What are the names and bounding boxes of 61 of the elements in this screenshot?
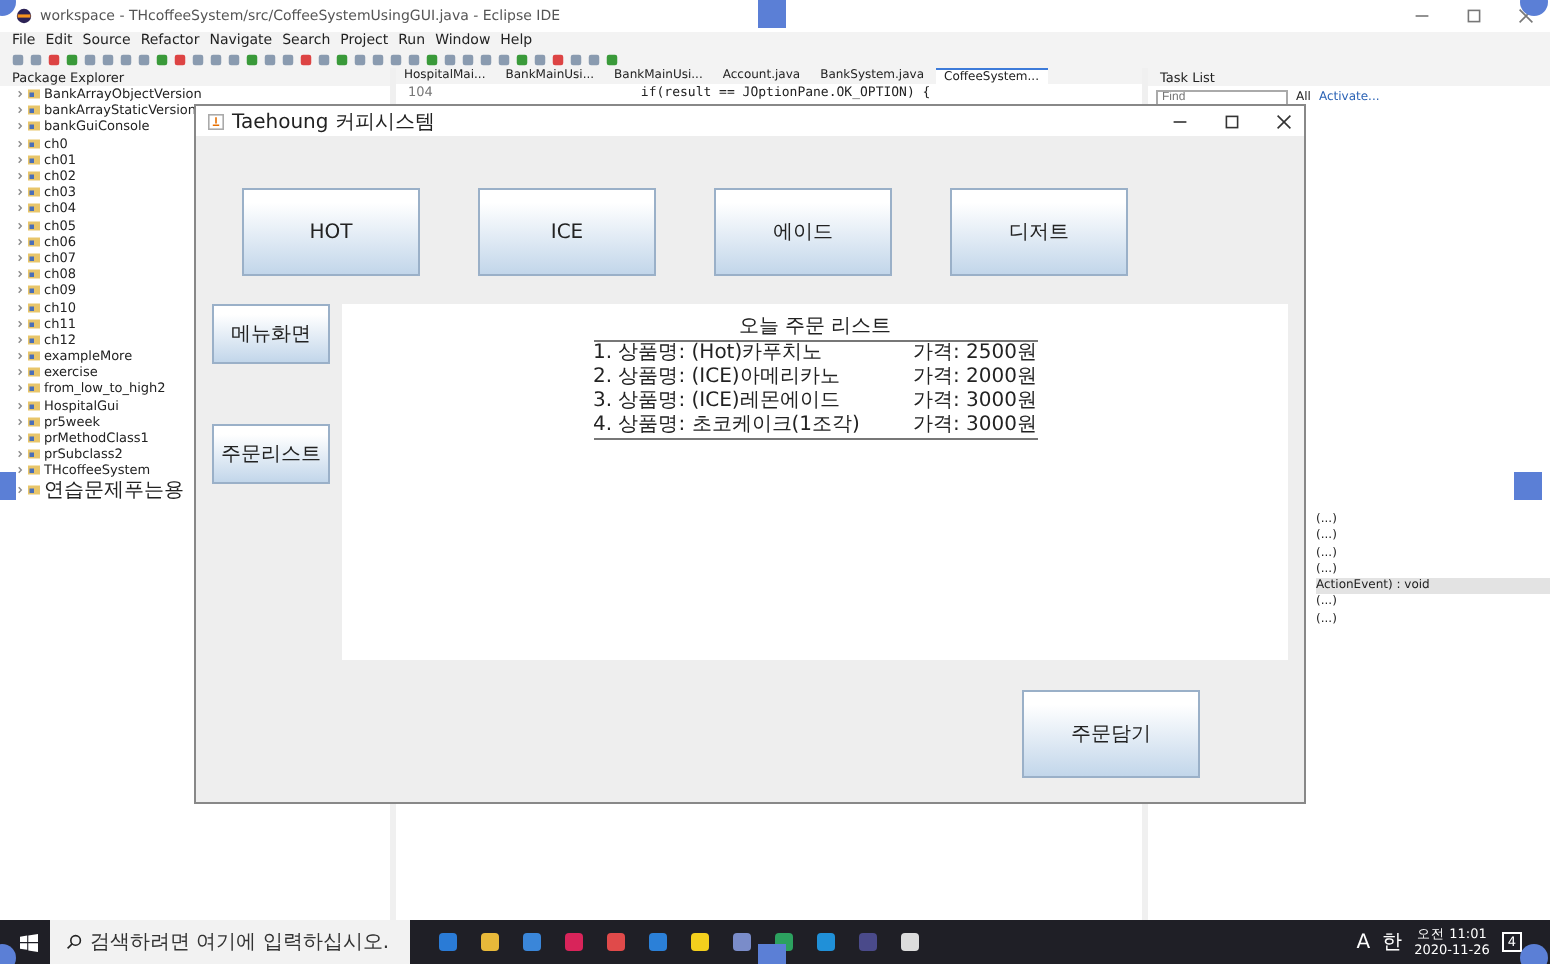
project-icon <box>28 382 40 395</box>
tree-item[interactable]: 연습문제푸는용 <box>44 479 184 501</box>
search-field[interactable]: 검색하려면 여기에 입력하십시오. <box>50 920 410 964</box>
list-title: 오늘 주문 리스트 <box>593 312 1037 342</box>
item-name: 1. 상품명: (Hot)카푸치노 <box>593 342 825 366</box>
selection-handle[interactable] <box>758 0 786 28</box>
project-icon <box>28 153 40 166</box>
project-icon <box>28 235 40 248</box>
menu-button[interactable]: 주문리스트 <box>212 424 330 484</box>
search-icon <box>66 934 82 950</box>
app-icon[interactable] <box>690 932 710 952</box>
item-price: 가격: 3000원 <box>913 414 1037 438</box>
category-button[interactable]: 에이드 <box>714 188 892 276</box>
project-icon <box>28 448 40 461</box>
project-icon <box>28 88 40 101</box>
java-icon <box>208 113 224 129</box>
category-button[interactable]: ICE <box>478 188 656 276</box>
menu-button[interactable]: 메뉴화면 <box>212 304 330 364</box>
project-icon <box>28 268 40 281</box>
project-icon <box>28 137 40 150</box>
item-name: 2. 상품명: (ICE)아메리카노 <box>593 366 842 390</box>
project-icon <box>28 317 40 330</box>
app-icon[interactable] <box>732 932 752 952</box>
item-price: 가격: 2000원 <box>913 366 1037 390</box>
project-icon <box>28 464 40 477</box>
item-name: 4. 상품명: 초코케이크(1조각) <box>593 414 862 438</box>
project-icon <box>28 366 40 379</box>
project-icon <box>28 186 40 199</box>
project-icon <box>28 484 40 496</box>
selection-handle[interactable] <box>1520 944 1548 964</box>
project-icon <box>28 284 40 297</box>
eclipse-icon <box>16 8 32 24</box>
maximize-icon[interactable] <box>1224 113 1240 129</box>
category-button[interactable]: 디저트 <box>950 188 1128 276</box>
project-icon <box>28 219 40 232</box>
selection-handle[interactable] <box>758 944 786 964</box>
project-icon <box>28 415 40 428</box>
expand-icon[interactable] <box>16 486 24 494</box>
category-button[interactable]: HOT <box>242 188 420 276</box>
app-icon[interactable] <box>480 932 500 952</box>
project-icon <box>28 301 40 314</box>
dialog-title: Taehoung 커피시스템 <box>232 109 435 135</box>
add-order-button[interactable]: 주문담기 <box>1022 690 1200 778</box>
project-icon <box>28 333 40 346</box>
project-icon <box>28 202 40 215</box>
app-icon[interactable] <box>900 932 920 952</box>
start-icon[interactable] <box>20 933 38 951</box>
project-icon <box>28 104 40 117</box>
item-price: 가격: 3000원 <box>913 390 1037 414</box>
project-icon <box>28 432 40 445</box>
project-icon <box>28 399 40 412</box>
item-price: 가격: 2500원 <box>913 342 1037 366</box>
project-icon <box>28 251 40 264</box>
item-name: 3. 상품명: (ICE)레몬에이드 <box>593 390 842 414</box>
project-icon <box>28 170 40 183</box>
input-indicator[interactable]: 한 <box>1382 928 1403 956</box>
input-indicator[interactable]: A <box>1356 931 1371 953</box>
project-icon <box>28 120 40 133</box>
close-icon[interactable] <box>1276 113 1292 129</box>
project-icon <box>28 350 40 363</box>
selection-handle[interactable] <box>1514 472 1542 500</box>
